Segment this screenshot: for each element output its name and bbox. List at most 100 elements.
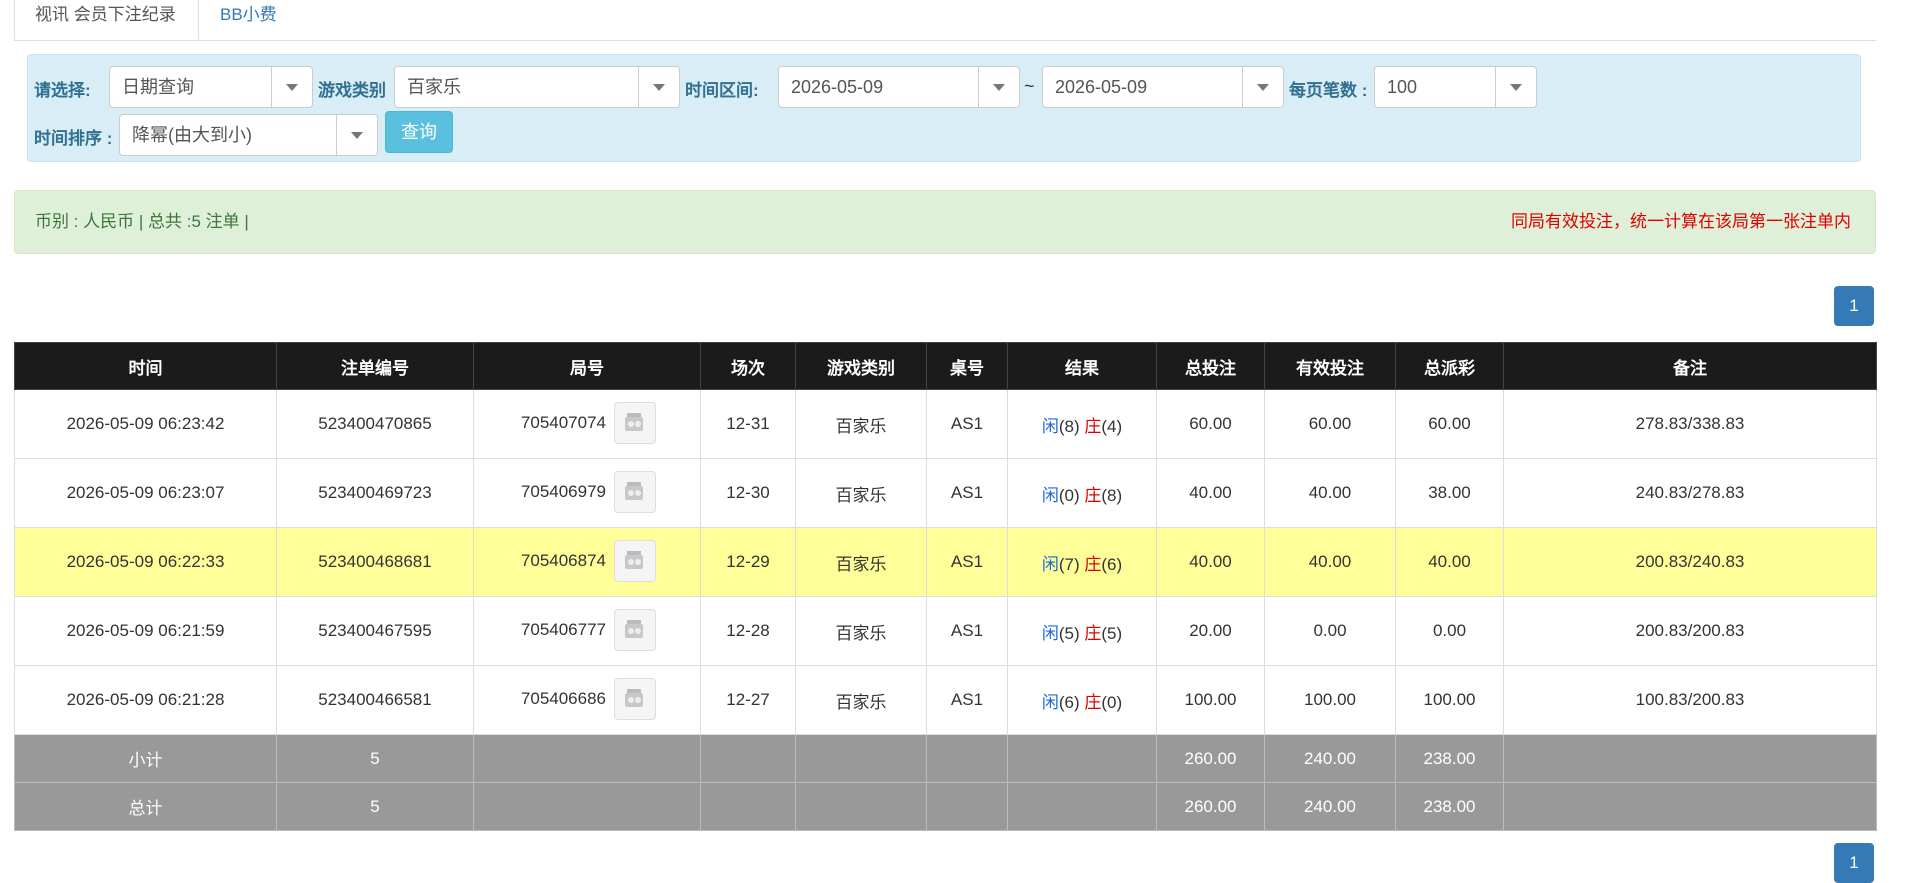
result-banker-score: (5) — [1101, 623, 1123, 643]
pagination-page-1-bottom[interactable]: 1 — [1834, 843, 1874, 883]
pagination-page-1[interactable]: 1 — [1834, 286, 1874, 326]
cell-table: AS1 — [926, 458, 1008, 528]
cell-valid-bet: 40.00 — [1264, 527, 1396, 597]
range-separator: ~ — [1024, 76, 1035, 96]
film-reel-icon[interactable] — [614, 402, 656, 444]
summary-alert: 币别 : 人民币 | 总共 :5 注单 | 同局有效投注，统一计算在该局第一张注… — [14, 190, 1876, 254]
result-player-label: 闲 — [1041, 623, 1059, 643]
summary-notice: 同局有效投注，统一计算在该局第一张注单内 — [1511, 212, 1851, 231]
cell-time: 2026-05-09 06:23:42 — [14, 389, 277, 459]
cell-total-bet-link[interactable]: 40.00 — [1156, 527, 1265, 597]
col-header-table-no: 桌号 — [926, 342, 1008, 390]
cell-note: 200.83/200.83 — [1503, 596, 1877, 666]
cell-valid-bet: 100.00 — [1264, 665, 1396, 735]
result-banker-score: (4) — [1101, 416, 1123, 436]
cell-note: 200.83/240.83 — [1503, 527, 1877, 597]
film-reel-icon[interactable] — [614, 471, 656, 513]
col-header-time: 时间 — [14, 342, 277, 390]
sort-order-select[interactable]: 降幂(由大到小) — [119, 114, 378, 156]
date-from-value: 2026-05-09 — [791, 77, 884, 97]
caret-down-icon[interactable] — [638, 67, 679, 107]
result-player-score: (0) — [1058, 485, 1080, 505]
cell-time: 2026-05-09 06:22:33 — [14, 527, 277, 597]
result-player-score: (7) — [1058, 554, 1080, 574]
round-no-text: 705407074 — [520, 413, 606, 432]
caret-down-icon[interactable] — [336, 115, 377, 155]
round-no-text: 705406874 — [520, 551, 606, 570]
result-banker-label: 庄 — [1084, 554, 1102, 574]
round-no-text: 705406686 — [520, 689, 606, 708]
query-button[interactable]: 查询 — [385, 111, 453, 153]
cell-bet-no: 523400466581 — [276, 665, 474, 735]
empty-cell — [795, 782, 927, 831]
caret-down-icon[interactable] — [271, 67, 312, 107]
cell-valid-bet: 40.00 — [1264, 458, 1396, 528]
cell-session: 12-27 — [700, 665, 796, 735]
date-to-select[interactable]: 2026-05-09 — [1042, 66, 1284, 108]
cell-round-no: 705406777 — [473, 596, 701, 666]
subtotal-count: 5 — [276, 734, 474, 783]
game-type-select[interactable]: 百家乐 — [394, 66, 680, 108]
tab-bb-tips[interactable]: BB小费 — [200, 0, 297, 40]
grand-total-total-bet: 260.00 — [1156, 782, 1265, 831]
empty-cell — [1503, 782, 1877, 831]
cell-total-bet-link[interactable]: 100.00 — [1156, 665, 1265, 735]
empty-cell — [926, 734, 1008, 783]
result-player-label: 闲 — [1041, 554, 1059, 574]
cell-game: 百家乐 — [795, 596, 927, 666]
cell-game: 百家乐 — [795, 389, 927, 459]
grand-total-valid-bet: 240.00 — [1264, 782, 1396, 831]
result-banker-label: 庄 — [1084, 623, 1102, 643]
caret-down-icon[interactable] — [978, 67, 1019, 107]
col-header-game-type: 游戏类别 — [795, 342, 927, 390]
per-page-select[interactable]: 100 — [1374, 66, 1537, 108]
cell-total-bet-link[interactable]: 40.00 — [1156, 458, 1265, 528]
col-header-valid-bet: 有效投注 — [1264, 342, 1396, 390]
tab-bar: 视讯 会员下注纪录 BB小费 — [14, 0, 1876, 41]
film-reel-icon[interactable] — [614, 609, 656, 651]
result-banker-label: 庄 — [1084, 485, 1102, 505]
grand-total-payout: 238.00 — [1395, 782, 1504, 831]
result-banker-label: 庄 — [1084, 416, 1102, 436]
cell-table: AS1 — [926, 596, 1008, 666]
result-player-label: 闲 — [1041, 692, 1059, 712]
cell-time: 2026-05-09 06:21:59 — [14, 596, 277, 666]
result-player-label: 闲 — [1041, 416, 1059, 436]
cell-note: 278.83/338.83 — [1503, 389, 1877, 459]
cell-round-no: 705406686 — [473, 665, 701, 735]
caret-down-icon[interactable] — [1242, 67, 1283, 107]
subtotal-valid-bet: 240.00 — [1264, 734, 1396, 783]
subtotal-row: 小计 5 260.00 240.00 238.00 — [14, 734, 1877, 783]
query-type-select[interactable]: 日期查询 — [109, 66, 313, 108]
cell-total-bet-link[interactable]: 20.00 — [1156, 596, 1265, 666]
table-row: 2026-05-09 06:23:07 523400469723 705406979… — [14, 458, 1877, 528]
sort-label: 时间排序 : — [34, 129, 113, 148]
cell-game: 百家乐 — [795, 527, 927, 597]
table-row: 2026-05-09 06:22:33 523400468681 705406874… — [14, 527, 1877, 597]
grand-total-row: 总计 5 260.00 240.00 238.00 — [14, 782, 1877, 831]
col-header-session: 场次 — [700, 342, 796, 390]
caret-down-icon[interactable] — [1495, 67, 1536, 107]
cell-time: 2026-05-09 06:23:07 — [14, 458, 277, 528]
cell-result: 闲(6) 庄(0) — [1007, 665, 1157, 735]
cell-round-no: 705406979 — [473, 458, 701, 528]
cell-total-bet-link[interactable]: 60.00 — [1156, 389, 1265, 459]
query-type-value: 日期查询 — [122, 77, 194, 97]
table-header-row: 时间 注单编号 局号 场次 游戏类别 桌号 结果 总投注 有效投注 总派彩 备注 — [14, 342, 1877, 390]
empty-cell — [473, 734, 701, 783]
film-reel-icon[interactable] — [614, 540, 656, 582]
cell-payout: 40.00 — [1395, 527, 1504, 597]
cell-result: 闲(7) 庄(6) — [1007, 527, 1157, 597]
empty-cell — [795, 734, 927, 783]
date-from-select[interactable]: 2026-05-09 — [778, 66, 1020, 108]
cell-bet-no: 523400470865 — [276, 389, 474, 459]
time-range-label: 时间区间: — [685, 81, 759, 100]
subtotal-label: 小计 — [14, 734, 277, 783]
cell-session: 12-31 — [700, 389, 796, 459]
film-reel-icon[interactable] — [614, 678, 656, 720]
sort-order-value: 降幂(由大到小) — [132, 125, 252, 145]
empty-cell — [926, 782, 1008, 831]
result-player-label: 闲 — [1041, 485, 1059, 505]
tab-video-bet-records[interactable]: 视讯 会员下注纪录 — [14, 0, 199, 40]
cell-payout: 38.00 — [1395, 458, 1504, 528]
